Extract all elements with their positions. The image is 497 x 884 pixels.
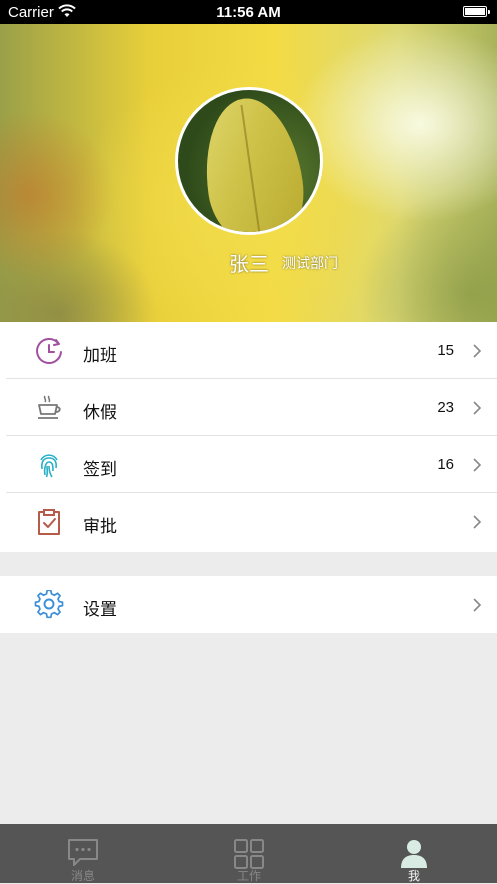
menu-item-leave[interactable]: 休假 23 <box>0 379 497 436</box>
tab-work[interactable]: 工作 <box>166 824 332 883</box>
gear-icon <box>34 590 64 619</box>
menu-item-count: 23 <box>437 399 454 416</box>
menu-group: 加班 15 休假 23 签到 16 审批 <box>0 322 497 552</box>
tab-label: 我 <box>407 869 420 883</box>
avatar-leaf-image <box>196 92 311 232</box>
tab-bar: 消息 工作 我 <box>0 824 497 883</box>
menu-item-overtime[interactable]: 加班 15 <box>0 322 497 379</box>
status-bar: Carrier 11:56 AM <box>0 0 497 24</box>
fingerprint-icon <box>40 454 58 478</box>
coffee-cup-icon <box>38 395 61 419</box>
chevron-right-icon <box>473 401 482 415</box>
menu-item-count: 16 <box>437 456 454 473</box>
person-icon <box>401 840 427 868</box>
message-icon <box>68 839 98 866</box>
status-time: 11:56 AM <box>216 4 281 21</box>
profile-header: 张三 测试部门 <box>0 24 497 322</box>
avatar[interactable] <box>175 87 323 235</box>
settings-group: 设置 <box>0 576 497 633</box>
tab-me[interactable]: 我 <box>331 824 497 883</box>
menu-item-label: 休假 <box>83 403 117 422</box>
clipboard-check-icon <box>38 509 60 535</box>
tab-messages[interactable]: 消息 <box>0 824 166 883</box>
battery-icon <box>463 6 490 17</box>
chevron-right-icon <box>473 515 482 529</box>
menu-item-count: 15 <box>437 342 454 359</box>
menu-item-checkin[interactable]: 签到 16 <box>0 436 497 493</box>
menu-item-settings[interactable]: 设置 <box>0 576 497 633</box>
chevron-right-icon <box>473 598 482 612</box>
tab-label: 消息 <box>70 869 95 883</box>
user-name: 张三 <box>229 254 269 276</box>
clock-icon <box>36 338 62 364</box>
menu-item-label: 签到 <box>83 460 117 479</box>
tab-label: 工作 <box>236 869 261 883</box>
chevron-right-icon <box>473 344 482 358</box>
menu-item-label: 加班 <box>83 346 117 365</box>
chevron-right-icon <box>473 458 482 472</box>
menu-item-label: 设置 <box>83 600 117 619</box>
user-department: 测试部门 <box>282 255 338 271</box>
menu-item-approval[interactable]: 审批 <box>0 493 497 550</box>
grid-icon <box>234 839 264 869</box>
menu-item-label: 审批 <box>83 517 117 536</box>
